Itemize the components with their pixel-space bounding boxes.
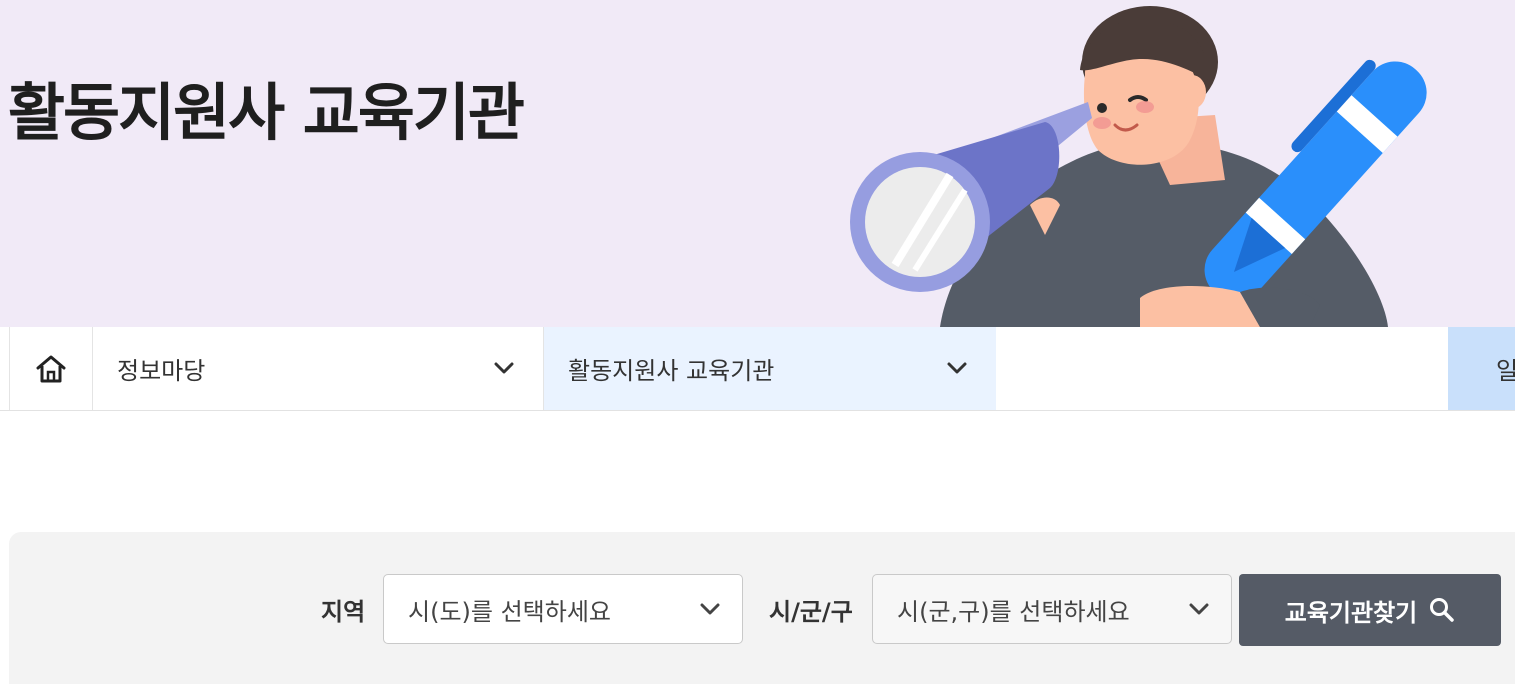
breadcrumb: 정보마당 활동지원사 교육기관 일 bbox=[0, 327, 1515, 411]
breadcrumb-label: 활동지원사 교육기관 bbox=[568, 357, 775, 385]
person-telescope-pen-illustration bbox=[850, 6, 1427, 327]
chevron-down-icon bbox=[494, 362, 514, 374]
district-select-value: 시(군,구)를 선택하세요 bbox=[897, 597, 1130, 626]
chevron-down-icon bbox=[700, 603, 720, 615]
region-select-value: 시(도)를 선택하세요 bbox=[408, 597, 611, 626]
hero-banner: 활동지원사 교육기관 bbox=[0, 0, 1515, 327]
district-label: 시/군/구 bbox=[769, 598, 853, 626]
breadcrumb-dropdown-next[interactable]: 일 bbox=[1448, 327, 1515, 410]
chevron-down-icon bbox=[947, 362, 967, 374]
search-icon bbox=[1430, 598, 1454, 622]
chevron-down-icon bbox=[1189, 603, 1209, 615]
region-label: 지역 bbox=[321, 598, 366, 626]
institution-search-panel: 지역 시(도)를 선택하세요 시/군/구 시(군,구)를 선택하세요 교육기관찾… bbox=[9, 532, 1515, 684]
home-icon bbox=[36, 355, 66, 382]
breadcrumb-label: 정보마당 bbox=[117, 357, 206, 385]
find-institution-button-label: 교육기관찾기 bbox=[1284, 598, 1418, 627]
find-institution-button[interactable]: 교육기관찾기 bbox=[1239, 574, 1501, 646]
district-select[interactable]: 시(군,구)를 선택하세요 bbox=[872, 574, 1232, 644]
breadcrumb-dropdown-info[interactable]: 정보마당 bbox=[93, 327, 544, 410]
home-button[interactable] bbox=[9, 327, 93, 410]
page-title: 활동지원사 교육기관 bbox=[8, 76, 525, 149]
breadcrumb-dropdown-current[interactable]: 활동지원사 교육기관 bbox=[544, 327, 996, 410]
region-select[interactable]: 시(도)를 선택하세요 bbox=[383, 574, 743, 644]
breadcrumb-label: 일 bbox=[1496, 357, 1515, 385]
